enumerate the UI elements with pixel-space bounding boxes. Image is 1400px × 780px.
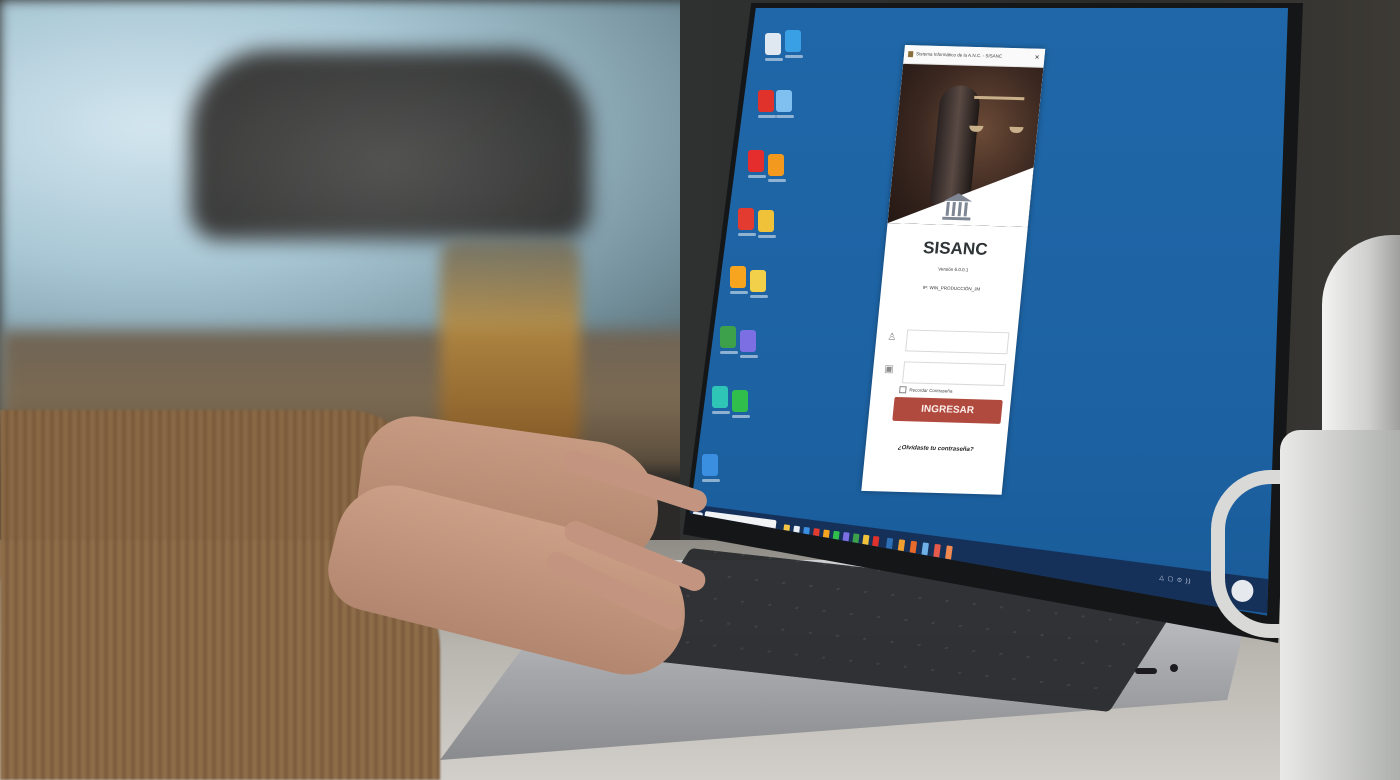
lock-icon: ▣ [883, 363, 895, 375]
login-button[interactable]: INGRESAR [892, 396, 1003, 424]
taskbar-app-icon[interactable] [933, 543, 941, 559]
vlc-icon[interactable] [768, 154, 786, 182]
edge-icon[interactable] [785, 30, 803, 58]
scale-beam [974, 95, 1025, 101]
scale-pan-right [1008, 126, 1024, 134]
usb-c-port [1135, 668, 1157, 674]
white-vase [1322, 235, 1400, 455]
brand-title: SISANC [922, 238, 989, 259]
blurred-drink-glass [440, 240, 580, 450]
headphone-port [1170, 664, 1178, 672]
chat-app-icon[interactable] [776, 90, 794, 118]
app-logo-icon [907, 51, 914, 58]
recycle-bin-icon[interactable] [765, 33, 783, 61]
user-icon: ♙ [886, 331, 897, 344]
photo-scene: Escribe aquí para buscar △ ▢ ⊙ )) Sistem… [0, 0, 1400, 780]
sync-app-icon[interactable] [712, 386, 730, 414]
white-mug [1280, 430, 1400, 780]
blurred-chair [190, 50, 590, 240]
forgot-password-link[interactable]: ¿Olvidaste tu contraseña? [865, 444, 1006, 454]
version-label: Versión 6.0.0.1 [938, 266, 969, 273]
system-tray[interactable]: △ ▢ ⊙ )) [1159, 574, 1192, 585]
username-input[interactable] [905, 331, 1013, 357]
acrobat-icon[interactable] [748, 150, 766, 178]
password-input[interactable] [902, 363, 1010, 389]
courthouse-icon [942, 192, 973, 224]
taskbar-app-icon[interactable] [945, 545, 953, 561]
network-icon[interactable] [702, 454, 720, 482]
app-icon-yellow[interactable] [758, 210, 776, 238]
app-icon-red[interactable] [738, 208, 756, 236]
pdf-app-icon[interactable] [758, 90, 776, 118]
remember-label: Recordar Contraseña [909, 387, 953, 394]
remember-checkbox[interactable] [899, 386, 907, 394]
app-icon-yellow-2[interactable] [750, 270, 768, 298]
window-title: Sistema Informático de la A.N.C. - SISAN… [915, 51, 1003, 59]
justice-statue-image [887, 63, 1044, 228]
ip-label: IP: WIN_PRODUCCIÓN_JM [922, 285, 981, 292]
whatsapp-icon[interactable] [732, 390, 750, 418]
app-icon-blue[interactable] [740, 330, 758, 358]
app-icon-orange[interactable] [730, 266, 748, 294]
username-field[interactable]: ♙ [887, 329, 1013, 357]
chrome-icon[interactable] [720, 326, 738, 354]
close-icon[interactable]: × [1034, 49, 1040, 67]
statue-figure [929, 84, 982, 206]
password-field[interactable]: ▣ [884, 361, 1010, 389]
